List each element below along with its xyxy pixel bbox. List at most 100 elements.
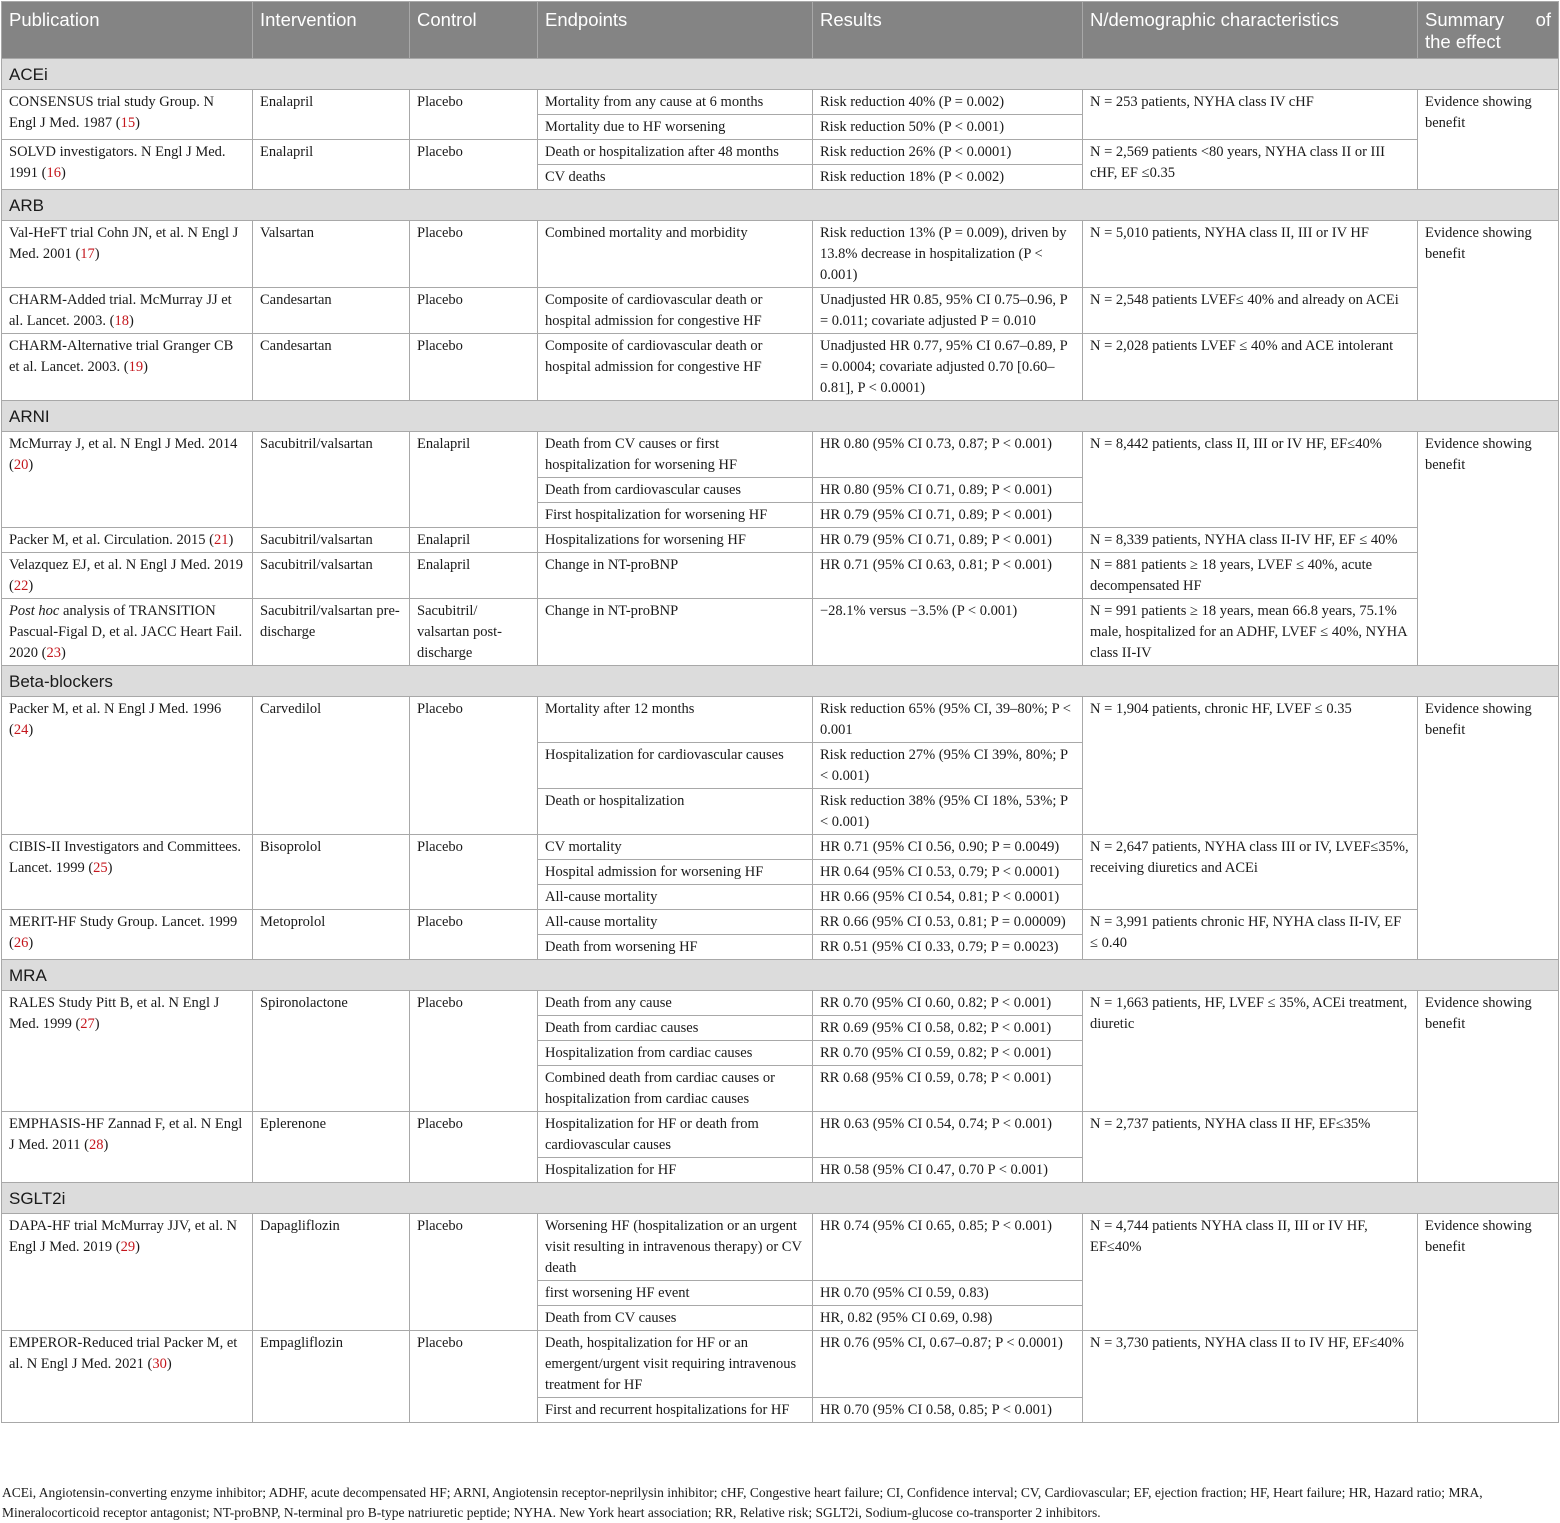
table-row: McMurray J, et al. N Engl J Med. 2014 (2… <box>1 431 1559 666</box>
reference-link[interactable]: 18 <box>115 313 130 329</box>
reference-link[interactable]: 26 <box>14 935 29 951</box>
col-results: Results <box>812 1 1083 59</box>
demographics-cell: N = 1,663 patients, HF, LVEF ≤ 35%, ACEi… <box>1082 990 1418 1112</box>
publication-cell: Val-HeFT trial Cohn JN, et al. N Engl J … <box>1 220 253 288</box>
result-cell: RR 0.70 (95% CI 0.60, 0.82; P < 0.001) <box>812 990 1083 1016</box>
table-row: EMPEROR-Reduced trial Packer M, et al. N… <box>1 1330 1559 1423</box>
endpoint-cell: CV deaths <box>537 164 813 190</box>
intervention-cell: Candesartan <box>252 287 410 334</box>
intervention-cell: Enalapril <box>252 89 410 140</box>
section-sglt2i: SGLT2i <box>1 1182 1559 1214</box>
section-row: MRA <box>1 959 1559 991</box>
result-cell: Risk reduction 27% (95% CI 39%, 80%; P <… <box>812 742 1083 789</box>
intervention-cell: Carvedilol <box>252 696 410 835</box>
col-summary: Summary of the effect <box>1417 1 1559 59</box>
endpoint-cell: CV mortality <box>537 834 813 860</box>
demographics-cell: N = 8,442 patients, class II, III or IV … <box>1082 431 1418 528</box>
endpoint-cell: Mortality after 12 months <box>537 696 813 743</box>
result-cell: HR 0.79 (95% CI 0.71, 0.89; P < 0.001) <box>812 502 1083 528</box>
reference-link[interactable]: 30 <box>152 1356 167 1372</box>
reference-link[interactable]: 25 <box>93 860 108 876</box>
result-cell: Unadjusted HR 0.77, 95% CI 0.67–0.89, P … <box>812 333 1083 401</box>
table-row: Velazquez EJ, et al. N Engl J Med. 2019 … <box>1 552 1559 599</box>
summary-cell: Evidence showing benefit <box>1417 89 1559 190</box>
intervention-cell: Valsartan <box>252 220 410 288</box>
publication-cell: EMPHASIS-HF Zannad F, et al. N Engl J Me… <box>1 1111 253 1183</box>
demographics-cell: N = 3,991 patients chronic HF, NYHA clas… <box>1082 909 1418 960</box>
result-cell: HR 0.76 (95% CI, 0.67–0.87; P < 0.0001) <box>812 1330 1083 1398</box>
reference-link[interactable]: 16 <box>46 165 61 181</box>
control-cell: Sacubitril/ valsartan post-discharge <box>409 598 538 666</box>
result-cell: HR 0.74 (95% CI 0.65, 0.85; P < 0.001) <box>812 1213 1083 1281</box>
demographics-cell: N = 881 patients ≥ 18 years, LVEF ≤ 40%,… <box>1082 552 1418 599</box>
table-row: CHARM-Added trial. McMurray JJ et al. La… <box>1 287 1559 334</box>
intervention-cell: Candesartan <box>252 333 410 401</box>
reference-link[interactable]: 29 <box>121 1239 136 1255</box>
intervention-cell: Sacubitril/valsartan <box>252 431 410 528</box>
table-row: Val-HeFT trial Cohn JN, et al. N Engl J … <box>1 220 1559 401</box>
trials-table: Publication Intervention Control Endpoin… <box>1 1 1559 1423</box>
control-cell: Placebo <box>409 1213 538 1331</box>
section-row: ARNI <box>1 400 1559 432</box>
section-row: ARB <box>1 189 1559 221</box>
result-cell: Risk reduction 50% (P < 0.001) <box>812 114 1083 140</box>
intervention-cell: Sacubitril/valsartan pre-discharge <box>252 598 410 666</box>
section-arb: ARB <box>1 189 1559 221</box>
control-cell: Placebo <box>409 909 538 960</box>
reference-link[interactable]: 22 <box>14 578 29 594</box>
endpoint-cell: Hospitalization from cardiac causes <box>537 1040 813 1066</box>
reference-link[interactable]: 24 <box>14 722 29 738</box>
demographics-cell: N = 253 patients, NYHA class IV cHF <box>1082 89 1418 140</box>
control-cell: Placebo <box>409 287 538 334</box>
table-row: CHARM-Alternative trial Granger CB et al… <box>1 333 1559 401</box>
reference-link[interactable]: 21 <box>214 532 229 548</box>
result-cell: RR 0.70 (95% CI 0.59, 0.82; P < 0.001) <box>812 1040 1083 1066</box>
endpoint-cell: Death, hospitalization for HF or an emer… <box>537 1330 813 1398</box>
summary-cell: Evidence showing benefit <box>1417 1213 1559 1423</box>
intervention-cell: Metoprolol <box>252 909 410 960</box>
result-cell: HR 0.63 (95% CI 0.54, 0.74; P < 0.001) <box>812 1111 1083 1158</box>
col-control: Control <box>409 1 538 59</box>
endpoint-cell: Death from CV causes <box>537 1305 813 1331</box>
endpoint-cell: Death from CV causes or first hospitaliz… <box>537 431 813 478</box>
result-cell: HR 0.64 (95% CI 0.53, 0.79; P < 0.0001) <box>812 859 1083 885</box>
endpoint-cell: Composite of cardiovascular death or hos… <box>537 287 813 334</box>
publication-cell: SOLVD investigators. N Engl J Med. 1991 … <box>1 139 253 190</box>
control-cell: Enalapril <box>409 527 538 553</box>
reference-link[interactable]: 23 <box>46 645 61 661</box>
publication-cell: Post hoc analysis of TRANSITION Pascual-… <box>1 598 253 666</box>
publication-cell: Packer M, et al. Circulation. 2015 (21) <box>1 527 253 553</box>
reference-link[interactable]: 15 <box>121 115 136 131</box>
endpoint-cell: first worsening HF event <box>537 1280 813 1306</box>
endpoint-cell: Mortality from any cause at 6 months <box>537 89 813 115</box>
reference-link[interactable]: 28 <box>89 1137 104 1153</box>
publication-cell: CHARM-Added trial. McMurray JJ et al. La… <box>1 287 253 334</box>
endpoint-cell: Hospital admission for worsening HF <box>537 859 813 885</box>
reference-link[interactable]: 19 <box>129 359 144 375</box>
reference-link[interactable]: 17 <box>80 246 95 262</box>
table-row: Post hoc analysis of TRANSITION Pascual-… <box>1 598 1559 666</box>
publication-cell: MERIT-HF Study Group. Lancet. 1999 (26) <box>1 909 253 960</box>
result-cell: HR 0.79 (95% CI 0.71, 0.89; P < 0.001) <box>812 527 1083 553</box>
result-cell: Risk reduction 65% (95% CI, 39–80%; P < … <box>812 696 1083 743</box>
result-cell: −28.1% versus −3.5% (P < 0.001) <box>812 598 1083 666</box>
reference-link[interactable]: 27 <box>80 1016 95 1032</box>
control-cell: Enalapril <box>409 552 538 599</box>
section-arni: ARNI <box>1 400 1559 432</box>
publication-cell: Velazquez EJ, et al. N Engl J Med. 2019 … <box>1 552 253 599</box>
section-mra: MRA <box>1 959 1559 991</box>
section-row: Beta-blockers <box>1 665 1559 697</box>
result-cell: HR 0.71 (95% CI 0.56, 0.90; P = 0.0049) <box>812 834 1083 860</box>
publication-cell: RALES Study Pitt B, et al. N Engl J Med.… <box>1 990 253 1112</box>
demographics-cell: N = 2,548 patients LVEF≤ 40% and already… <box>1082 287 1418 334</box>
result-cell: HR 0.71 (95% CI 0.63, 0.81; P < 0.001) <box>812 552 1083 599</box>
result-cell: RR 0.69 (95% CI 0.58, 0.82; P < 0.001) <box>812 1015 1083 1041</box>
result-cell: RR 0.66 (95% CI 0.53, 0.81; P = 0.00009) <box>812 909 1083 935</box>
demographics-cell: N = 5,010 patients, NYHA class II, III o… <box>1082 220 1418 288</box>
result-cell: HR 0.80 (95% CI 0.71, 0.89; P < 0.001) <box>812 477 1083 503</box>
endpoint-cell: First hospitalization for worsening HF <box>537 502 813 528</box>
intervention-cell: Empagliflozin <box>252 1330 410 1423</box>
endpoint-cell: All-cause mortality <box>537 909 813 935</box>
demographics-cell: N = 3,730 patients, NYHA class II to IV … <box>1082 1330 1418 1423</box>
reference-link[interactable]: 20 <box>14 457 29 473</box>
